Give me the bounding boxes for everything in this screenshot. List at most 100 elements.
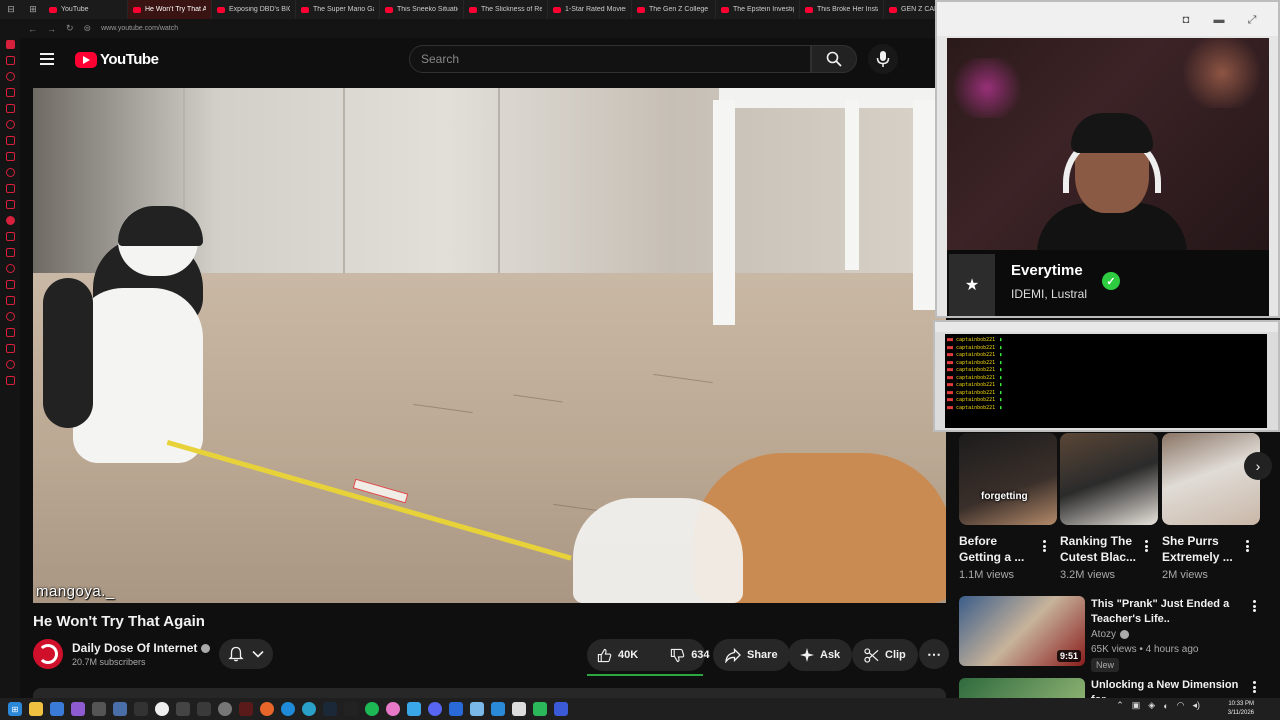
sidebar-app-icon[interactable] [5,264,15,273]
file-explorer-icon[interactable] [29,702,43,716]
share-button[interactable]: Share [713,639,790,671]
short-thumbnail[interactable] [1060,433,1158,525]
browser-tab[interactable]: The Epstein Investig [716,0,800,19]
app-icon[interactable] [386,702,400,716]
short-thumbnail[interactable] [1162,433,1260,525]
steam-icon[interactable] [323,702,337,716]
sidebar-app-icon[interactable] [5,120,15,129]
app-icon[interactable] [155,702,169,716]
browser-tab-active[interactable]: He Won't Try That Again [128,0,212,19]
sidebar-app-icon[interactable] [5,104,15,113]
sidebar-app-icon[interactable] [5,200,15,209]
sidebar-app-icon[interactable] [5,152,15,161]
app-icon[interactable] [134,702,148,716]
menu-icon[interactable] [40,53,54,65]
like-button[interactable]: 40K [587,639,648,671]
description-box[interactable] [33,688,946,698]
edge-icon[interactable] [281,702,295,716]
app-icon[interactable] [533,702,547,716]
windows-start-icon[interactable]: ⊞ [8,702,22,716]
recommended-channel-row[interactable]: Atozy [1091,629,1130,640]
shorts-next-button[interactable]: › [1244,452,1272,480]
sidebar-app-icon[interactable] [5,328,15,337]
browser-tab[interactable]: The Gen Z College C [632,0,716,19]
volume-icon[interactable]: ◂) [1192,700,1200,711]
channel-name-row[interactable]: Daily Dose Of Internet [72,641,211,655]
voice-search-button[interactable] [868,44,898,74]
browser-tab[interactable]: YouTube [44,0,128,19]
app-icon[interactable] [197,702,211,716]
short-menu-icon[interactable] [1141,538,1151,554]
tab-search-icon[interactable]: ⊞ [22,0,44,19]
tray-chevron-up-icon[interactable]: ⌃ [1116,700,1124,711]
browser-active-icon[interactable] [239,702,253,716]
sidebar-app-icon[interactable] [5,168,15,177]
app-icon[interactable] [113,702,127,716]
firefox-icon[interactable] [260,702,274,716]
app-icon[interactable] [470,702,484,716]
channel-avatar[interactable] [33,639,63,669]
short-title[interactable]: Before Getting a ... [959,533,1024,565]
recommended-menu-icon[interactable] [1249,679,1259,695]
tray-app-icon[interactable]: ◐ [1163,701,1168,711]
sidebar-app-icon[interactable] [5,280,15,289]
sidebar-app-icon[interactable] [5,344,15,353]
dislike-button[interactable]: 634 [660,639,719,671]
sidebar-app-icon[interactable] [5,248,15,257]
system-tray[interactable]: ⌃ ▣ ◈ ◐ ◠ ◂) [1116,700,1200,711]
sidebar-app-icon[interactable] [5,216,15,225]
sidebar-app-icon[interactable] [5,56,15,65]
app-icon[interactable] [92,702,106,716]
short-title[interactable]: She Purrs Extremely ... [1162,533,1233,565]
tray-app-icon[interactable]: ▣ [1132,700,1141,711]
browser-tab[interactable]: This Sneeko Situatio [380,0,464,19]
browser-tab[interactable]: 1-Star Rated Movies [548,0,632,19]
app-icon[interactable] [512,702,526,716]
browser-tab[interactable]: The Slickness of Re [464,0,548,19]
video-player[interactable]: mangoya._ [33,88,946,603]
search-button[interactable] [811,45,857,73]
url-text[interactable]: www.youtube.com/watch [101,25,178,32]
short-menu-icon[interactable] [1039,538,1049,554]
recommended-thumbnail[interactable]: 9:51 [959,596,1085,666]
app-icon[interactable] [344,702,358,716]
sidebar-app-icon[interactable] [5,136,15,145]
sidebar-app-icon[interactable] [5,376,15,385]
wifi-icon[interactable]: ◠ [1177,700,1185,711]
tab-actions-icon[interactable]: ⊟ [0,0,22,19]
browser-tab[interactable]: This Broke Her Insta [800,0,884,19]
search-box[interactable] [409,45,811,73]
sidebar-app-icon[interactable] [5,88,15,97]
app-icon[interactable] [176,702,190,716]
more-actions-button[interactable]: ⋯ [919,639,949,669]
site-info-icon[interactable]: ⊜ [84,23,92,34]
taskbar-clock[interactable]: 10:33 PM 3/11/2026 [1228,700,1254,718]
sidebar-app-icon[interactable] [5,184,15,193]
notification-button[interactable] [219,639,273,669]
webcam-overlay-window[interactable]: ◘ ▬ ⤢ ★ Everytime IDEMI, Lustral ✓ [935,0,1280,318]
short-title[interactable]: Ranking The Cutest Blac... [1060,533,1136,565]
recommended-title[interactable]: This "Prank" Just Ended a Teacher's Life.… [1091,597,1241,627]
window-minimize-icon[interactable]: ▬ [1210,12,1228,28]
clip-button[interactable]: Clip [852,639,918,671]
recommended-thumbnail[interactable] [959,678,1085,698]
window-fullscreen-icon[interactable]: ⤢ [1243,12,1261,28]
short-thumbnail[interactable]: forgetting [959,433,1057,525]
app-icon[interactable] [554,702,568,716]
app-icon[interactable] [50,702,64,716]
app-icon[interactable] [449,702,463,716]
reload-icon[interactable]: ↻ [66,23,74,34]
app-icon[interactable] [407,702,421,716]
recommended-channel[interactable]: Atozy [1091,629,1116,640]
sidebar-app-icon[interactable] [5,312,15,321]
app-icon[interactable] [218,702,232,716]
search-input[interactable] [421,52,810,66]
sidebar-app-icon[interactable] [5,40,15,49]
app-icon[interactable] [302,702,316,716]
sidebar-app-icon[interactable] [5,296,15,305]
sidebar-app-icon[interactable] [5,232,15,241]
browser-tab[interactable]: Exposing DBD's BIGG [212,0,296,19]
chat-overlay-window[interactable]: ■■ captainbob221 ▮ ■■ captainbob221 ▮ ■■ cap… [933,320,1280,432]
sidebar-app-icon[interactable] [5,72,15,81]
app-icon[interactable] [491,702,505,716]
